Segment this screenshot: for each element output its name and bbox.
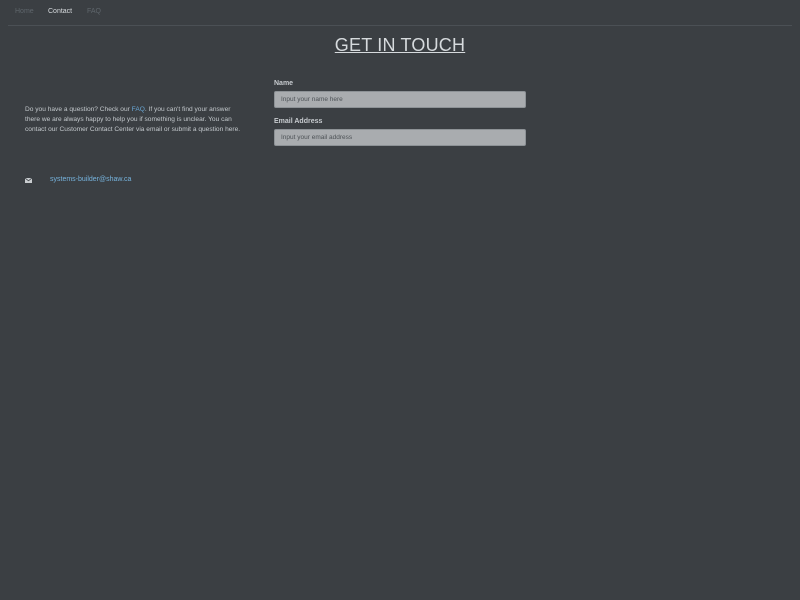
contact-form: Name Email Address (274, 80, 526, 146)
top-nav: Home Contact FAQ (8, 0, 792, 26)
intro-text-start: Do you have a question? Check our (25, 106, 132, 113)
faq-link[interactable]: FAQ (132, 106, 145, 113)
email-link[interactable]: systems-builder@shaw.ca (50, 176, 131, 183)
email-label: Email Address (274, 118, 323, 125)
nav-item-faq[interactable]: FAQ (87, 8, 101, 15)
email-input[interactable] (274, 129, 526, 146)
nav-item-contact[interactable]: Contact (48, 8, 72, 15)
name-input[interactable] (274, 91, 526, 108)
name-field-group: Name (274, 80, 526, 108)
name-label: Name (274, 80, 294, 87)
nav-item-home[interactable]: Home (15, 8, 34, 15)
envelope-icon (25, 178, 32, 183)
page-title: GET IN TOUCH (334, 35, 466, 55)
intro-text: Do you have a question? Check our FAQ. I… (25, 105, 245, 135)
email-field-group: Email Address (274, 118, 526, 146)
